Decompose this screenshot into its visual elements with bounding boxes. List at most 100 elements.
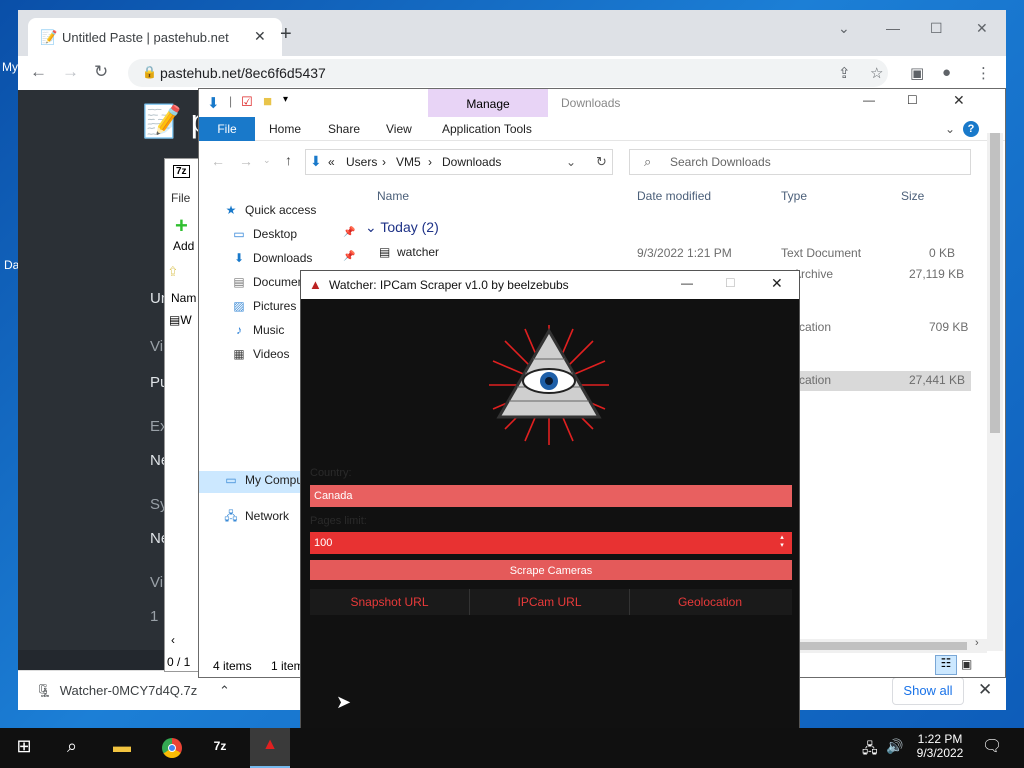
close-button[interactable]: ✕ (953, 92, 965, 109)
side-panel-icon[interactable]: ▣ (910, 64, 924, 82)
add-label[interactable]: Add (173, 239, 194, 253)
horizontal-scrollbar[interactable]: › (799, 637, 987, 653)
browser-tab[interactable]: 📝 Untitled Paste | pastehub.net ✕ (28, 18, 282, 56)
tab-geolocation[interactable]: Geolocation (630, 589, 790, 615)
scroll-right-icon[interactable]: › (975, 637, 979, 649)
breadcrumb-item[interactable]: Downloads (442, 155, 501, 169)
lock-icon[interactable]: 🔒 (142, 65, 157, 79)
windows-start-icon[interactable]: ⊞ (8, 736, 40, 757)
profile-icon[interactable]: ● (942, 64, 951, 81)
close-button[interactable]: ✕ (771, 275, 783, 292)
country-dropdown[interactable]: Canada (310, 485, 792, 507)
download-arrow-icon[interactable]: ⬇ (207, 94, 220, 112)
column-name[interactable]: Name (377, 189, 409, 203)
nav-quick-access[interactable]: ★ Quick access (223, 203, 317, 217)
tab-share[interactable]: Share (328, 122, 360, 136)
add-icon[interactable]: + (175, 213, 188, 239)
forward-icon[interactable]: → (62, 62, 79, 82)
tab-file[interactable]: File (199, 117, 255, 141)
file-row[interactable]: ▤ watcher (379, 245, 439, 259)
show-all-button[interactable]: Show all (892, 677, 964, 705)
sevenzip-icon[interactable]: 7z (204, 739, 236, 753)
scrape-cameras-button[interactable]: Scrape Cameras (310, 560, 792, 580)
download-item[interactable]: 🗜 Watcher-0MCY7d4Q.7z ⌃ (36, 683, 230, 699)
minimize-button[interactable]: — (886, 20, 900, 36)
clock[interactable]: 1:22 PM 9/3/2022 (912, 732, 968, 760)
up-folder-icon[interactable]: ⮸ (169, 263, 177, 284)
properties-icon[interactable]: ☑ (241, 94, 253, 110)
chevron-up-icon[interactable]: ⌃ (219, 683, 230, 698)
tab-application-tools[interactable]: Application Tools (442, 122, 532, 136)
chevron-down-icon[interactable]: ⌄ (838, 20, 850, 37)
close-tab-icon[interactable]: ✕ (254, 28, 266, 45)
reload-icon[interactable]: ↻ (94, 62, 108, 82)
scrollbar-thumb[interactable] (799, 642, 967, 650)
chevron-down-icon[interactable]: ⌄ (945, 122, 955, 136)
nav-desktop[interactable]: ▭ Desktop 📌 (231, 227, 355, 241)
chevron-right-icon[interactable]: › (382, 155, 386, 169)
scrollbar-thumb[interactable] (990, 133, 1000, 433)
recent-dropdown-icon[interactable]: ⌄ (263, 155, 271, 166)
chevron-down-icon[interactable]: ⌄ (566, 155, 576, 169)
url-text[interactable]: pastehub.net/8ec6f6d5437 (160, 65, 326, 81)
nav-downloads[interactable]: ⬇ Downloads 📌 (231, 251, 355, 265)
spin-down-icon[interactable]: ▾ (775, 542, 789, 550)
chrome-icon[interactable] (156, 736, 188, 761)
nav-documents[interactable]: ▤ Documents (231, 275, 303, 289)
minimize-button[interactable]: — (863, 93, 875, 107)
large-icons-view-icon[interactable]: ▣ (961, 657, 972, 671)
nav-network[interactable]: 🖧 Network (223, 507, 289, 528)
desktop-icon-label[interactable]: My (2, 60, 18, 74)
maximize-button[interactable]: ☐ (907, 93, 918, 107)
file-explorer-icon[interactable]: ▬ (106, 736, 138, 757)
search-input[interactable]: ⌕ Search Downloads (629, 149, 971, 175)
pin-icon[interactable]: 📌 (343, 227, 355, 238)
new-folder-icon[interactable]: ■ (263, 93, 272, 110)
maximize-button[interactable]: ☐ (725, 276, 736, 290)
nav-my-computer[interactable]: ▭ My Computer (223, 473, 303, 487)
help-icon[interactable]: ? (963, 121, 979, 137)
tab-ipcam-url[interactable]: IPCam URL (470, 589, 630, 615)
column-date-modified[interactable]: Date modified (637, 189, 711, 203)
close-button[interactable]: ✕ (976, 20, 988, 37)
back-icon[interactable]: ← (211, 153, 225, 169)
maximize-button[interactable]: ☐ (930, 20, 943, 37)
name-column[interactable]: Nam (171, 291, 196, 305)
nav-music[interactable]: ♪ Music (231, 323, 284, 337)
pages-limit-input[interactable]: 100 (310, 532, 792, 554)
column-size[interactable]: Size (901, 189, 924, 203)
address-bar[interactable]: ⬇ « Users › VM5 › Downloads ⌄ ↻ (305, 149, 613, 175)
share-icon[interactable]: ⇪ (838, 64, 851, 82)
refresh-icon[interactable]: ↻ (596, 154, 607, 170)
column-type[interactable]: Type (781, 189, 807, 203)
new-tab-button[interactable]: + (280, 23, 292, 46)
tab-manage[interactable]: Manage (428, 89, 548, 119)
breadcrumb-item[interactable]: Users (346, 155, 377, 169)
vertical-scrollbar[interactable] (987, 133, 1003, 651)
archive-row[interactable]: ▤W (169, 313, 192, 327)
taskbar-active-app[interactable]: ▲ (250, 728, 290, 768)
nav-videos[interactable]: ▦ Videos (231, 347, 289, 361)
bookmark-star-icon[interactable]: ☆ (870, 64, 883, 82)
address-bar[interactable]: 🔒 pastehub.net/8ec6f6d5437 (128, 59, 888, 87)
spin-up-icon[interactable]: ▴ (775, 534, 789, 542)
minimize-button[interactable]: — (681, 276, 693, 290)
file-menu[interactable]: File (171, 191, 190, 205)
breadcrumb-item[interactable]: VM5 (396, 155, 421, 169)
menu-icon[interactable]: ⋮ (976, 64, 991, 82)
details-view-icon[interactable]: ☷ (935, 655, 957, 675)
tab-snapshot-url[interactable]: Snapshot URL (310, 589, 470, 615)
pages-spinner[interactable]: ▴ ▾ (775, 534, 789, 552)
forward-icon[interactable]: → (239, 153, 253, 169)
up-icon[interactable]: ↑ (285, 152, 292, 168)
tab-view[interactable]: View (386, 122, 412, 136)
network-icon[interactable]: 🖧 (862, 738, 878, 762)
close-icon[interactable]: ✕ (978, 680, 992, 700)
search-icon[interactable]: ⌕ (56, 736, 88, 757)
scroll-left-icon[interactable]: ‹ (171, 633, 175, 647)
quick-access-dropdown-icon[interactable]: ▾ (283, 94, 288, 105)
tab-home[interactable]: Home (269, 122, 301, 136)
nav-pictures[interactable]: ▨ Pictures (231, 299, 296, 313)
notification-icon[interactable]: 🗨 (982, 736, 1002, 756)
back-icon[interactable]: ← (30, 62, 47, 82)
